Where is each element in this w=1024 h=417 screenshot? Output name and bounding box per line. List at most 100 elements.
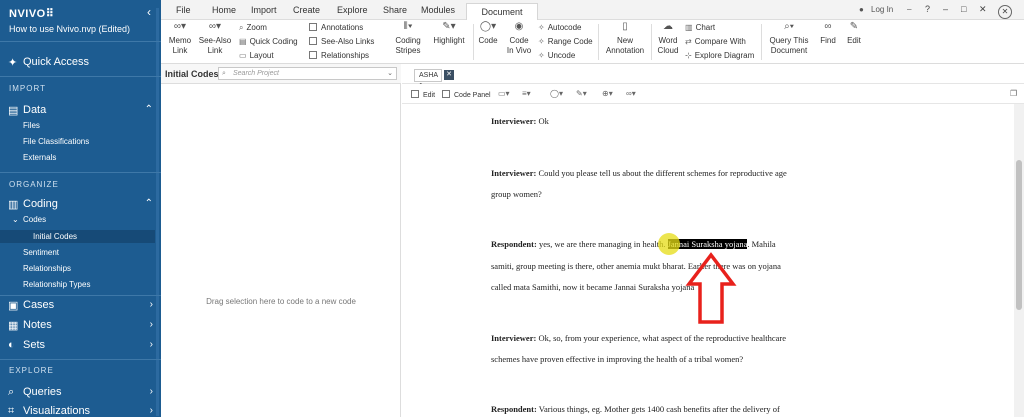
chart-button[interactable]: ▥ Chart bbox=[685, 23, 715, 32]
mouse-cursor-highlight bbox=[658, 233, 680, 255]
query-this-document-button[interactable]: ⌕▾ Query This Document bbox=[765, 22, 813, 56]
edit-checkbox[interactable]: Edit bbox=[411, 90, 435, 99]
explore-diagram-button[interactable]: ⊹ Explore Diagram bbox=[685, 51, 754, 60]
speaker-label: Interviewer: bbox=[491, 333, 537, 343]
word-cloud-button[interactable]: ☁ Word Cloud bbox=[655, 22, 681, 56]
code-button[interactable]: ◯▾ Code bbox=[476, 22, 500, 46]
code-panel-checkbox[interactable]: Code Panel bbox=[442, 90, 491, 99]
chevron-right-icon: › bbox=[149, 405, 153, 416]
paragraph-line: Ok, so, from your experience, what aspec… bbox=[536, 333, 787, 343]
sidebar-item-initial-codes[interactable]: Initial Codes bbox=[33, 232, 77, 241]
paragraph-text: yes, we are there managing in health. bbox=[536, 239, 668, 249]
tab-file[interactable]: File bbox=[176, 5, 191, 15]
document-content[interactable]: Interviewer: Ok Interviewer: Could you p… bbox=[402, 104, 1014, 417]
tab-explore[interactable]: Explore bbox=[337, 5, 368, 15]
paragraph-line: Could you please tell us about the diffe… bbox=[536, 168, 787, 178]
sets-label: Sets bbox=[23, 339, 46, 351]
coding-stripes-button[interactable]: ⦀▾ Coding Stripes bbox=[393, 22, 423, 56]
section-import: IMPORT bbox=[9, 84, 46, 93]
sidebar-item-relationships[interactable]: Relationships bbox=[23, 264, 71, 273]
layout-button[interactable]: ▭ Layout bbox=[239, 51, 274, 60]
coding-stripes-icon: ⦀▾ bbox=[403, 21, 413, 32]
zoom-icon: ⌕ bbox=[239, 23, 244, 32]
maximize-window-icon[interactable]: □ bbox=[961, 4, 966, 14]
edit-button[interactable]: ✎ Edit bbox=[844, 22, 864, 46]
tab-document[interactable]: Document bbox=[466, 3, 538, 21]
login-link[interactable]: Log In bbox=[871, 5, 893, 14]
tab-create[interactable]: Create bbox=[293, 5, 320, 15]
find-button[interactable]: ∞ Find bbox=[817, 22, 839, 46]
tab-share[interactable]: Share bbox=[383, 5, 407, 15]
paragraph-line: samiti, group meeting is there, other an… bbox=[491, 261, 781, 271]
divider bbox=[651, 24, 652, 60]
codes-label: Codes bbox=[23, 215, 47, 224]
relationships-checkbox[interactable]: Relationships bbox=[309, 51, 369, 60]
sidebar-item-relationship-types[interactable]: Relationship Types bbox=[23, 280, 90, 289]
tab-modules[interactable]: Modules bbox=[421, 5, 455, 15]
coding-icon: ▥ bbox=[8, 199, 19, 211]
minimize-window-icon[interactable]: – bbox=[943, 4, 948, 14]
code-drop-area[interactable]: Drag selection here to code to a new cod… bbox=[161, 84, 401, 417]
tab-asha-1[interactable]: ASHA 1 bbox=[414, 69, 442, 90]
checkbox-icon bbox=[309, 23, 317, 31]
autocode-label: Autocode bbox=[547, 23, 582, 32]
search-project-input[interactable]: ⌕ Search Project ⌄ bbox=[218, 67, 397, 80]
collapse-sidebar-icon[interactable]: ‹ bbox=[147, 5, 151, 19]
highlighter-icon[interactable]: ✎▾ bbox=[576, 89, 587, 98]
selected-row-highlight bbox=[0, 230, 155, 243]
sidebar-item-sentiment[interactable]: Sentiment bbox=[23, 248, 59, 257]
close-window-icon[interactable]: ✕ bbox=[979, 4, 987, 15]
zoom-label: Zoom bbox=[246, 23, 267, 32]
circle-icon[interactable]: ◯▾ bbox=[550, 89, 563, 98]
quick-coding-button[interactable]: ▤ Quick Coding bbox=[239, 37, 298, 46]
autocode-button[interactable]: ✧ Autocode bbox=[538, 23, 582, 32]
checkbox-icon bbox=[309, 37, 317, 45]
divider bbox=[0, 359, 161, 360]
layout-icon: ▭ bbox=[239, 51, 247, 60]
zoom-button[interactable]: ⌕ Zoom bbox=[239, 23, 267, 33]
sidebar-item-externals[interactable]: Externals bbox=[23, 153, 56, 162]
list-icon[interactable]: ≡▾ bbox=[522, 89, 531, 98]
new-annotation-button[interactable]: ▯ New Annotation bbox=[602, 22, 648, 56]
divider bbox=[761, 24, 762, 60]
chevron-down-icon[interactable]: ⌄ bbox=[387, 68, 393, 79]
uncode-button[interactable]: ✧ Uncode bbox=[538, 51, 575, 60]
red-arrow-annotation bbox=[685, 252, 737, 324]
compare-with-button[interactable]: ⇄ Compare With bbox=[685, 37, 746, 46]
quick-access-label: Quick Access bbox=[23, 56, 90, 68]
user-icon[interactable]: ● bbox=[859, 5, 864, 14]
tab-home[interactable]: Home bbox=[212, 5, 236, 15]
memo-link-button[interactable]: ∞▾ Memo Link bbox=[166, 22, 194, 56]
section-organize: ORGANIZE bbox=[9, 180, 59, 189]
uncode-icon: ✧ bbox=[538, 51, 545, 60]
chart-label: Chart bbox=[695, 23, 716, 32]
see-also-link-button[interactable]: ∞▾ See-Also Link bbox=[197, 22, 233, 56]
code-in-vivo-button[interactable]: ◉ Code In Vivo bbox=[504, 22, 534, 56]
in-vivo-icon: ◉ bbox=[514, 21, 524, 32]
nvivo-window: NVIVO⠿ ‹ How to use Nvivo.nvp (Edited) ✦… bbox=[0, 0, 1024, 417]
nvivo-logo: NVIVO⠿ bbox=[9, 8, 55, 20]
close-project-icon[interactable]: ✕ bbox=[998, 5, 1012, 19]
sidebar-scrollbar[interactable] bbox=[156, 8, 159, 416]
document-scrollbar-thumb[interactable] bbox=[1016, 160, 1022, 310]
see-also-links-label: See-Also Links bbox=[321, 37, 375, 46]
tab-import[interactable]: Import bbox=[251, 5, 277, 15]
notes-label: Notes bbox=[23, 319, 52, 331]
highlight-button[interactable]: ✎▾ Highlight bbox=[429, 22, 469, 46]
close-tab-icon[interactable]: ✕ bbox=[444, 70, 454, 80]
database-icon: ▤ bbox=[8, 105, 19, 117]
query-label-2: Document bbox=[770, 46, 808, 55]
link-icon[interactable]: ∞▾ bbox=[626, 89, 636, 98]
compare-with-label: Compare With bbox=[694, 37, 746, 46]
see-also-links-checkbox[interactable]: See-Also Links bbox=[309, 37, 374, 46]
sidebar-item-file-classifications[interactable]: File Classifications bbox=[23, 137, 89, 146]
queries-label: Queries bbox=[23, 386, 62, 398]
restore-window-icon[interactable]: ❐ bbox=[1010, 89, 1017, 98]
range-code-button[interactable]: ✧ Range Code bbox=[538, 37, 593, 46]
sidebar-item-files[interactable]: Files bbox=[23, 121, 40, 130]
annotations-checkbox[interactable]: Annotations bbox=[309, 23, 363, 32]
zoom-in-icon[interactable]: ⊕▾ bbox=[602, 89, 613, 98]
minimize-icon[interactable]: ⎯ bbox=[907, 4, 912, 15]
comment-icon[interactable]: ▭▾ bbox=[498, 89, 510, 98]
help-icon[interactable]: ? bbox=[925, 4, 930, 14]
